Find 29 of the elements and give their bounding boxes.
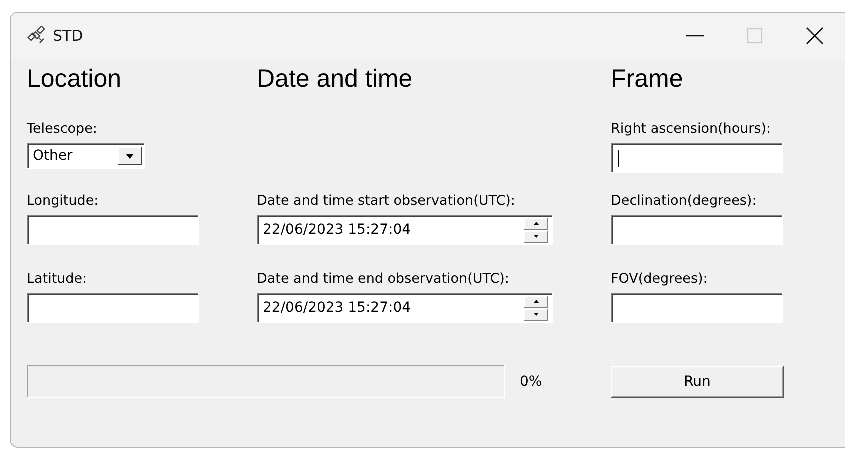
field-label: Date and time end observation(UTC): [257,271,510,287]
satellite-icon [27,26,47,46]
window-title: STD [53,27,84,45]
fov-field[interactable] [611,293,783,323]
right-ascension-field[interactable] [611,143,783,173]
latitude-field[interactable] [27,293,199,323]
spin-buttons-icon[interactable] [524,218,548,242]
field-label: Date and time start observation(UTC): [257,193,516,209]
maximize-icon [747,28,763,44]
minimize-icon [685,35,705,37]
field-label: Longitude: [27,193,100,209]
field-label: Latitude: [27,271,88,287]
field-label: Declination(degrees): [611,193,758,209]
dropdown-arrow-icon [126,154,134,158]
spin-buttons-icon[interactable] [524,296,548,320]
telescope-dropdown[interactable]: Other [27,143,145,169]
datetime-field[interactable]: 22/06/2023 15:27:04 [257,215,553,245]
section-heading: Date and time [257,65,414,94]
field-label: Telescope: [27,121,98,137]
section-heading: Frame [611,65,684,94]
declination-field[interactable] [611,215,783,245]
close-icon [806,27,824,45]
field-label: Right ascension(hours): [611,121,772,137]
field-label: FOV(degrees): [611,271,709,287]
run-button[interactable]: Run [611,366,784,398]
progress-reading: 0% [520,374,544,390]
longitude-field[interactable] [27,215,199,245]
datetime-field[interactable]: 22/06/2023 15:27:04 [257,293,553,323]
section-heading: Location [27,65,123,94]
